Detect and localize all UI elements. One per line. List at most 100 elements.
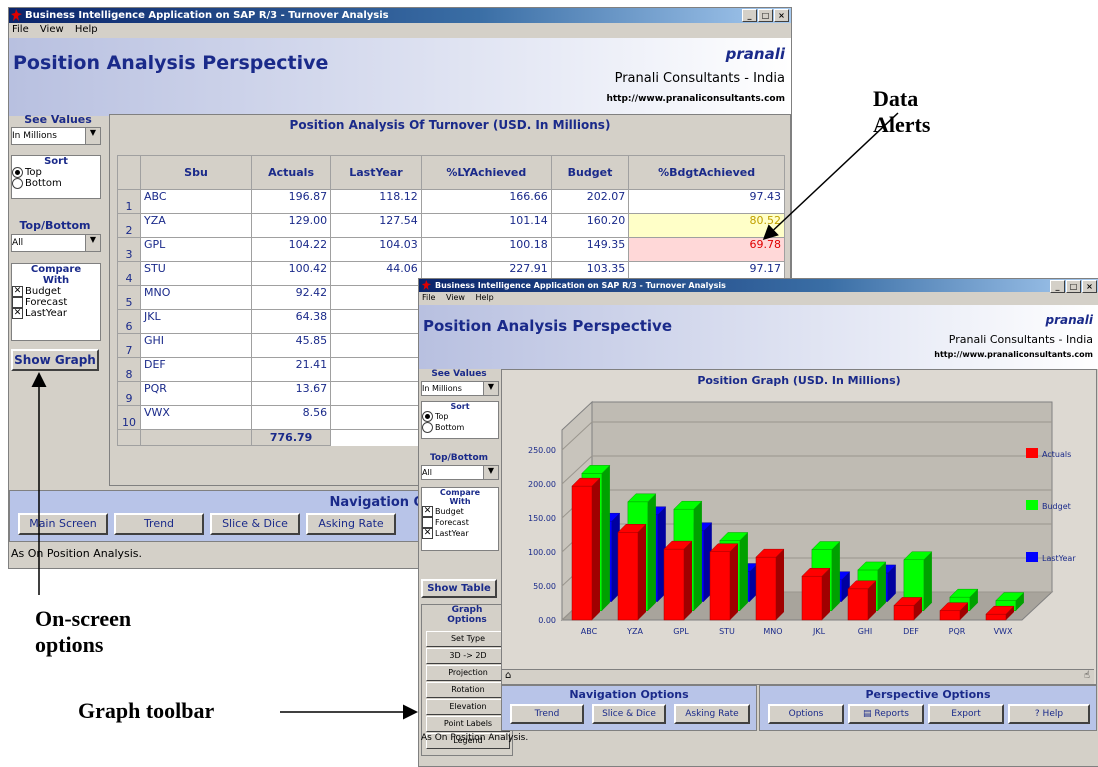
cell-sbu: YZA	[140, 213, 252, 238]
slice-dice-button[interactable]: Slice & Dice	[210, 513, 300, 535]
chart-scrollbar[interactable]: ⌂ ☝	[502, 669, 1094, 684]
sort-top-radio[interactable]: Top	[422, 411, 498, 422]
col-lastyear[interactable]: LastYear	[330, 155, 422, 190]
menu-view[interactable]: View	[40, 24, 64, 35]
company-url[interactable]: http://www.pranaliconsultants.com	[606, 94, 785, 104]
annotation-onscreen-options: On-screen options	[35, 606, 132, 657]
trend-button[interactable]: Trend	[510, 704, 584, 724]
menu-help[interactable]: Help	[75, 24, 98, 35]
checkbox-icon[interactable]	[12, 297, 23, 308]
cell-lastyear	[330, 309, 422, 334]
reports-button[interactable]: ▤ Reports	[848, 704, 924, 724]
sort-bottom-radio[interactable]: Bottom	[422, 422, 498, 433]
close-icon[interactable]: ×	[1082, 280, 1097, 293]
checkbox-icon[interactable]	[422, 517, 433, 528]
projection-button[interactable]: Projection	[426, 665, 510, 681]
col-lyachieved[interactable]: %LYAchieved	[420, 155, 552, 190]
app-logo-icon	[11, 9, 22, 21]
elevation-button[interactable]: Elevation	[426, 699, 510, 715]
chart-title: Position Graph (USD. In Millions)	[697, 374, 901, 387]
sort-label: Sort	[44, 156, 68, 167]
checkbox-checked-icon[interactable]: ✕	[12, 286, 23, 297]
cell-sbu: ABC	[140, 189, 252, 214]
compare-forecast-checkbox[interactable]: Forecast	[422, 517, 498, 528]
maximize-icon[interactable]: □	[758, 9, 773, 22]
see-values-select[interactable]: In Millions ▼	[11, 127, 101, 145]
table-row[interactable]: 1 ABC 196.87 118.12 166.66 202.07 97.43	[117, 189, 785, 214]
show-graph-button[interactable]: Show Graph	[11, 349, 99, 371]
asking-rate-button[interactable]: Asking Rate	[674, 704, 750, 724]
bar-side	[923, 551, 932, 611]
radio-selected-icon[interactable]	[422, 411, 433, 422]
company-url[interactable]: http://www.pranaliconsultants.com	[934, 350, 1093, 359]
main-screen-button[interactable]: Main Screen	[18, 513, 108, 535]
minimize-icon[interactable]: _	[1050, 280, 1065, 293]
asking-rate-button[interactable]: Asking Rate	[306, 513, 396, 535]
sort-group: Sort Top Bottom	[11, 155, 101, 199]
cell-actuals: 196.87	[250, 189, 332, 214]
chevron-down-icon[interactable]: ▼	[85, 128, 100, 144]
col-actuals[interactable]: Actuals	[250, 155, 332, 190]
topbottom-select[interactable]: All ▼	[11, 234, 101, 252]
x-tick-label: PQR	[949, 627, 966, 636]
row-number: 9	[117, 381, 141, 406]
close-icon[interactable]: ×	[774, 9, 789, 22]
menu-view[interactable]: View	[446, 293, 465, 302]
bar-actuals	[663, 548, 685, 621]
chart-icon[interactable]: ⌂	[505, 670, 511, 681]
col-budget[interactable]: Budget	[550, 155, 630, 190]
slice-dice-button[interactable]: Slice & Dice	[592, 704, 666, 724]
left-panel: See Values In Millions ▼ Sort Top Bottom …	[419, 369, 513, 756]
chevron-down-icon[interactable]: ▼	[85, 235, 100, 251]
sort-top-radio[interactable]: Top	[12, 167, 100, 178]
menu-file[interactable]: File	[422, 293, 435, 302]
compare-label: Compare With	[439, 488, 481, 506]
report-icon: ▤	[863, 709, 875, 719]
hand-icon[interactable]: ☝	[1084, 670, 1090, 681]
total-actuals: 776.79	[250, 429, 332, 446]
legend-label: Actuals	[1042, 450, 1071, 459]
compare-budget-checkbox[interactable]: ✕ Budget	[12, 286, 100, 297]
menu-help[interactable]: Help	[475, 293, 493, 302]
row-number: 2	[117, 213, 141, 238]
checkbox-checked-icon[interactable]: ✕	[12, 308, 23, 319]
col-bdgtachieved[interactable]: %BdgtAchieved	[628, 155, 785, 190]
table-row[interactable]: 2 YZA 129.00 127.54 101.14 160.20 80.52	[117, 213, 785, 238]
point-labels-button[interactable]: Point Labels	[426, 716, 510, 732]
menu-file[interactable]: File	[12, 24, 29, 35]
col-sbu[interactable]: Sbu	[140, 155, 252, 190]
sort-bottom-radio[interactable]: Bottom	[12, 178, 100, 189]
topbottom-select[interactable]: All ▼	[421, 465, 499, 480]
y-tick-label: 50.00	[533, 582, 556, 591]
app-logo-icon	[421, 280, 432, 290]
compare-forecast-checkbox[interactable]: Forecast	[12, 297, 100, 308]
table-row[interactable]: 3 GPL 104.22 104.03 100.18 149.35 69.78	[117, 237, 785, 262]
cell-lastyear	[330, 405, 422, 430]
checkbox-checked-icon[interactable]: ✕	[422, 506, 433, 517]
maximize-icon[interactable]: □	[1066, 280, 1081, 293]
export-button[interactable]: Export	[928, 704, 1004, 724]
bar-actuals	[571, 485, 593, 621]
compare-budget-checkbox[interactable]: ✕ Budget	[422, 506, 498, 517]
set-type-button[interactable]: Set Type	[426, 631, 510, 647]
trend-button[interactable]: Trend	[114, 513, 204, 535]
options-button[interactable]: Options	[768, 704, 844, 724]
checkbox-checked-icon[interactable]: ✕	[422, 528, 433, 539]
see-values-select[interactable]: In Millions ▼	[421, 381, 499, 396]
help-button[interactable]: ? Help	[1008, 704, 1090, 724]
radio-icon[interactable]	[422, 422, 433, 433]
bar-actuals	[893, 605, 915, 621]
compare-lastyear-checkbox[interactable]: ✕ LastYear	[422, 528, 498, 539]
cell-actuals: 104.22	[250, 237, 332, 262]
topbottom-label: Top/Bottom	[429, 453, 489, 463]
rotation-button[interactable]: Rotation	[426, 682, 510, 698]
compare-lastyear-checkbox[interactable]: ✕ LastYear	[12, 308, 100, 319]
chevron-down-icon[interactable]: ▼	[483, 382, 498, 395]
show-table-button[interactable]: Show Table	[421, 579, 497, 598]
chevron-down-icon[interactable]: ▼	[483, 466, 498, 479]
radio-selected-icon[interactable]	[12, 167, 23, 178]
minimize-icon[interactable]: _	[742, 9, 757, 22]
radio-icon[interactable]	[12, 178, 23, 189]
3d-2d-button[interactable]: 3D -> 2D	[426, 648, 510, 664]
bar-actuals	[939, 610, 961, 621]
